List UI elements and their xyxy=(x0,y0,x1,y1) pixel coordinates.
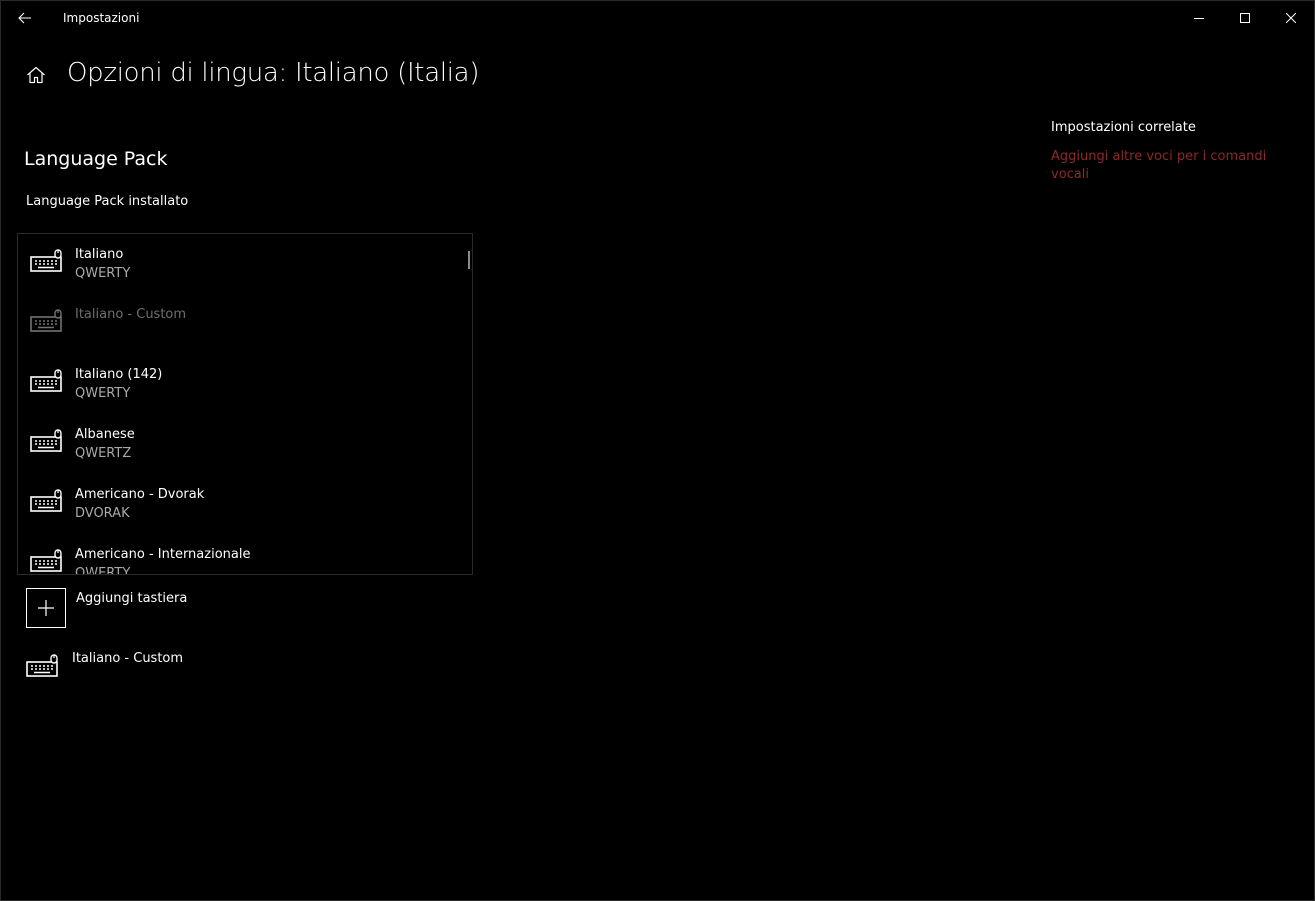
keyboard-layout: QWERTZ xyxy=(75,446,132,461)
keyboard-name: Americano - Internazionale xyxy=(75,547,251,562)
add-voices-link[interactable]: Aggiungi altre voci per i comandi vocali xyxy=(1051,148,1281,184)
minimize-icon xyxy=(1194,17,1204,19)
add-keyboard-label: Aggiungi tastiera xyxy=(76,591,188,606)
back-button[interactable] xyxy=(11,5,39,31)
keyboard-name: Americano - Dvorak xyxy=(75,487,205,502)
app-title: Impostazioni xyxy=(63,11,140,25)
keyboard-item-americano-dvorak[interactable]: Americano - Dvorak DVORAK xyxy=(18,474,472,534)
section-title-language-pack: Language Pack xyxy=(24,148,168,170)
keyboard-icon xyxy=(30,309,62,332)
plus-icon xyxy=(26,588,66,628)
keyboard-item-italiano-142[interactable]: Italiano (142) QWERTY xyxy=(18,354,472,414)
home-button[interactable] xyxy=(23,62,49,88)
keyboard-layout: DVORAK xyxy=(75,506,130,521)
add-keyboard-button[interactable]: Aggiungi tastiera xyxy=(26,588,326,630)
keyboard-icon xyxy=(30,429,62,452)
keyboard-icon xyxy=(26,654,58,677)
keyboard-name: Italiano (142) xyxy=(75,367,163,382)
maximize-button[interactable] xyxy=(1222,1,1268,34)
page-title: Opzioni di lingua: Italiano (Italia) xyxy=(67,58,480,88)
keyboard-name: Albanese xyxy=(75,427,135,442)
keyboard-item-italiano[interactable]: Italiano QWERTY xyxy=(18,234,472,294)
settings-window: Impostazioni Opzioni di lingua: Italiano… xyxy=(0,0,1315,901)
keyboard-layout: QWERTY xyxy=(75,566,131,575)
keyboard-item-americano-internazionale[interactable]: Americano - Internazionale QWERTY xyxy=(18,534,472,575)
keyboard-icon xyxy=(30,489,62,512)
related-settings-title: Impostazioni correlate xyxy=(1051,120,1196,135)
keyboard-item-italiano-custom[interactable]: Italiano - Custom xyxy=(18,294,472,354)
keyboard-icon xyxy=(30,549,62,572)
keyboard-icon xyxy=(30,369,62,392)
keyboard-layout: QWERTY xyxy=(75,266,131,281)
home-icon xyxy=(27,66,45,84)
keyboard-name: Italiano - Custom xyxy=(75,307,187,322)
keyboard-item-albanese[interactable]: Albanese QWERTZ xyxy=(18,414,472,474)
close-button[interactable] xyxy=(1268,1,1314,34)
keyboard-icon xyxy=(30,249,62,272)
minimize-button[interactable] xyxy=(1176,1,1222,34)
scrollbar-thumb[interactable] xyxy=(468,251,470,269)
maximize-icon xyxy=(1240,12,1250,23)
keyboard-name: Italiano xyxy=(75,247,124,262)
custom-keyboard-name: Italiano - Custom xyxy=(72,651,184,666)
title-bar: Impostazioni xyxy=(1,1,1314,35)
back-arrow-icon xyxy=(18,12,31,24)
close-icon xyxy=(1286,12,1296,23)
keyboard-list[interactable]: Italiano QWERTY Italiano - Custom Italia… xyxy=(17,233,473,575)
custom-keyboard-entry[interactable]: Italiano - Custom xyxy=(26,649,326,683)
installed-language-pack-label: Language Pack installato xyxy=(26,194,189,209)
keyboard-layout: QWERTY xyxy=(75,386,131,401)
